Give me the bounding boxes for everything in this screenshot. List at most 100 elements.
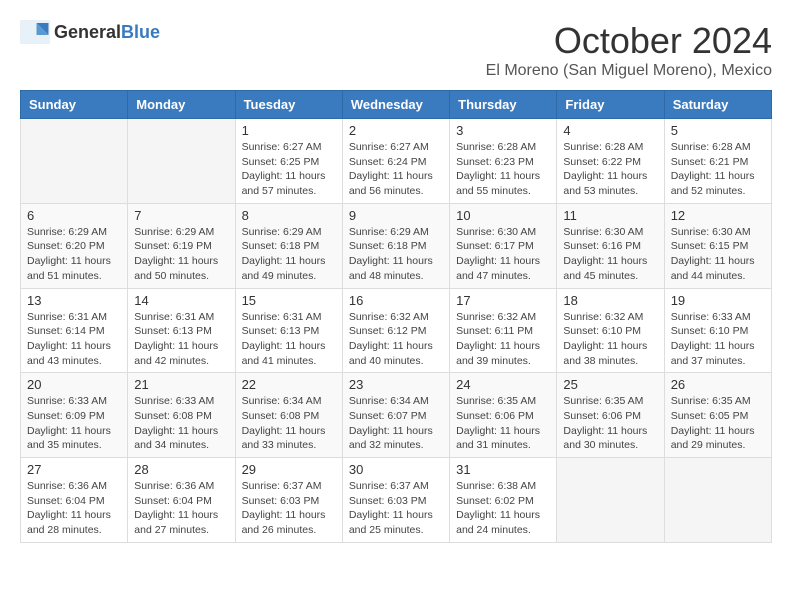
location-title: El Moreno (San Miguel Moreno), Mexico — [486, 62, 772, 80]
calendar-day-cell: 29 Sunrise: 6:37 AM Sunset: 6:03 PM Dayli… — [235, 458, 342, 543]
day-info: Sunrise: 6:30 AM Sunset: 6:17 PM Dayligh… — [456, 225, 550, 284]
day-of-week-header: Monday — [128, 91, 235, 119]
calendar-day-cell: 15Sunrise: 6:31 AM Sunset: 6:13 PM Dayli… — [235, 288, 342, 373]
calendar-day-cell: 14Sunrise: 6:31 AM Sunset: 6:13 PM Dayli… — [128, 288, 235, 373]
day-info: Sunrise: 6:36 AM Sunset: 6:04 PM Dayligh… — [27, 479, 121, 538]
day-number: 12 — [671, 208, 765, 223]
day-info: Sunrise: 6:37 AM Sunset: 6:03 PM Dayligh… — [242, 479, 336, 538]
day-number: 30 — [349, 462, 443, 477]
calendar-day-cell: 5 Sunrise: 6:28 AM Sunset: 6:21 PM Daylig… — [664, 119, 771, 204]
calendar-day-cell: 4 Sunrise: 6:28 AM Sunset: 6:22 PM Daylig… — [557, 119, 664, 204]
day-number: 29 — [242, 462, 336, 477]
day-number: 13 — [27, 293, 121, 308]
day-number: 9 — [349, 208, 443, 223]
day-number: 1 — [242, 123, 336, 138]
day-number: 3 — [456, 123, 550, 138]
day-number: 23 — [349, 377, 443, 392]
calendar-day-cell: 10 Sunrise: 6:30 AM Sunset: 6:17 PM Dayli… — [450, 203, 557, 288]
day-number: 25 — [563, 377, 657, 392]
title-block: October 2024 El Moreno (San Miguel Moren… — [486, 20, 772, 80]
calendar-day-cell: 27Sunrise: 6:36 AM Sunset: 6:04 PM Dayli… — [21, 458, 128, 543]
page-header: GeneralBlue October 2024 El Moreno (San … — [20, 20, 772, 80]
calendar-day-cell: 22 Sunrise: 6:34 AM Sunset: 6:08 PM Dayli… — [235, 373, 342, 458]
calendar-day-cell: 31Sunrise: 6:38 AM Sunset: 6:02 PM Dayli… — [450, 458, 557, 543]
calendar-week-row: 13Sunrise: 6:31 AM Sunset: 6:14 PM Dayli… — [21, 288, 772, 373]
day-number: 31 — [456, 462, 550, 477]
day-info: Sunrise: 6:28 AM Sunset: 6:23 PM Dayligh… — [456, 140, 550, 199]
day-number: 11 — [563, 208, 657, 223]
calendar-day-cell: 3 Sunrise: 6:28 AM Sunset: 6:23 PM Daylig… — [450, 119, 557, 204]
day-number: 5 — [671, 123, 765, 138]
calendar-day-cell: 9 Sunrise: 6:29 AM Sunset: 6:18 PM Daylig… — [342, 203, 449, 288]
day-info: Sunrise: 6:29 AM Sunset: 6:18 PM Dayligh… — [349, 225, 443, 284]
calendar-day-cell — [128, 119, 235, 204]
day-number: 21 — [134, 377, 228, 392]
calendar-day-cell: 25 Sunrise: 6:35 AM Sunset: 6:06 PM Dayli… — [557, 373, 664, 458]
day-number: 28 — [134, 462, 228, 477]
day-of-week-header: Sunday — [21, 91, 128, 119]
day-info: Sunrise: 6:36 AM Sunset: 6:04 PM Dayligh… — [134, 479, 228, 538]
day-info: Sunrise: 6:33 AM Sunset: 6:10 PM Dayligh… — [671, 310, 765, 369]
calendar-day-cell: 12Sunrise: 6:30 AM Sunset: 6:15 PM Dayli… — [664, 203, 771, 288]
day-number: 20 — [27, 377, 121, 392]
day-info: Sunrise: 6:29 AM Sunset: 6:18 PM Dayligh… — [242, 225, 336, 284]
calendar-header-row: SundayMondayTuesdayWednesdayThursdayFrid… — [21, 91, 772, 119]
day-info: Sunrise: 6:32 AM Sunset: 6:12 PM Dayligh… — [349, 310, 443, 369]
calendar-day-cell: 1 Sunrise: 6:27 AM Sunset: 6:25 PM Daylig… — [235, 119, 342, 204]
day-info: Sunrise: 6:35 AM Sunset: 6:06 PM Dayligh… — [563, 394, 657, 453]
calendar-day-cell: 7 Sunrise: 6:29 AM Sunset: 6:19 PM Daylig… — [128, 203, 235, 288]
logo: GeneralBlue — [20, 20, 160, 44]
logo-text: GeneralBlue — [54, 22, 160, 43]
calendar-day-cell: 26 Sunrise: 6:35 AM Sunset: 6:05 PM Dayli… — [664, 373, 771, 458]
day-info: Sunrise: 6:37 AM Sunset: 6:03 PM Dayligh… — [349, 479, 443, 538]
calendar-week-row: 1 Sunrise: 6:27 AM Sunset: 6:25 PM Daylig… — [21, 119, 772, 204]
day-number: 4 — [563, 123, 657, 138]
day-number: 19 — [671, 293, 765, 308]
logo-icon — [20, 20, 50, 44]
day-info: Sunrise: 6:29 AM Sunset: 6:19 PM Dayligh… — [134, 225, 228, 284]
calendar-day-cell — [21, 119, 128, 204]
logo-blue: Blue — [121, 22, 160, 42]
day-number: 17 — [456, 293, 550, 308]
calendar-week-row: 20Sunrise: 6:33 AM Sunset: 6:09 PM Dayli… — [21, 373, 772, 458]
calendar-week-row: 6 Sunrise: 6:29 AM Sunset: 6:20 PM Daylig… — [21, 203, 772, 288]
calendar-day-cell: 13Sunrise: 6:31 AM Sunset: 6:14 PM Dayli… — [21, 288, 128, 373]
day-number: 2 — [349, 123, 443, 138]
calendar-day-cell: 17Sunrise: 6:32 AM Sunset: 6:11 PM Dayli… — [450, 288, 557, 373]
day-info: Sunrise: 6:33 AM Sunset: 6:08 PM Dayligh… — [134, 394, 228, 453]
calendar-day-cell: 2 Sunrise: 6:27 AM Sunset: 6:24 PM Daylig… — [342, 119, 449, 204]
day-number: 18 — [563, 293, 657, 308]
calendar-day-cell: 28 Sunrise: 6:36 AM Sunset: 6:04 PM Dayli… — [128, 458, 235, 543]
calendar-day-cell: 24 Sunrise: 6:35 AM Sunset: 6:06 PM Dayli… — [450, 373, 557, 458]
calendar-day-cell — [664, 458, 771, 543]
day-info: Sunrise: 6:35 AM Sunset: 6:05 PM Dayligh… — [671, 394, 765, 453]
day-number: 7 — [134, 208, 228, 223]
calendar-day-cell: 8Sunrise: 6:29 AM Sunset: 6:18 PM Daylig… — [235, 203, 342, 288]
calendar-day-cell — [557, 458, 664, 543]
day-number: 6 — [27, 208, 121, 223]
calendar-day-cell: 20Sunrise: 6:33 AM Sunset: 6:09 PM Dayli… — [21, 373, 128, 458]
day-info: Sunrise: 6:27 AM Sunset: 6:25 PM Dayligh… — [242, 140, 336, 199]
calendar-day-cell: 30 Sunrise: 6:37 AM Sunset: 6:03 PM Dayli… — [342, 458, 449, 543]
day-info: Sunrise: 6:28 AM Sunset: 6:22 PM Dayligh… — [563, 140, 657, 199]
day-info: Sunrise: 6:28 AM Sunset: 6:21 PM Dayligh… — [671, 140, 765, 199]
calendar-day-cell: 23Sunrise: 6:34 AM Sunset: 6:07 PM Dayli… — [342, 373, 449, 458]
calendar-day-cell: 11Sunrise: 6:30 AM Sunset: 6:16 PM Dayli… — [557, 203, 664, 288]
day-number: 16 — [349, 293, 443, 308]
day-number: 14 — [134, 293, 228, 308]
day-info: Sunrise: 6:29 AM Sunset: 6:20 PM Dayligh… — [27, 225, 121, 284]
day-number: 24 — [456, 377, 550, 392]
day-info: Sunrise: 6:35 AM Sunset: 6:06 PM Dayligh… — [456, 394, 550, 453]
day-number: 22 — [242, 377, 336, 392]
day-info: Sunrise: 6:27 AM Sunset: 6:24 PM Dayligh… — [349, 140, 443, 199]
day-of-week-header: Wednesday — [342, 91, 449, 119]
day-number: 10 — [456, 208, 550, 223]
day-of-week-header: Saturday — [664, 91, 771, 119]
calendar-day-cell: 18Sunrise: 6:32 AM Sunset: 6:10 PM Dayli… — [557, 288, 664, 373]
calendar-day-cell: 16 Sunrise: 6:32 AM Sunset: 6:12 PM Dayli… — [342, 288, 449, 373]
day-info: Sunrise: 6:31 AM Sunset: 6:13 PM Dayligh… — [242, 310, 336, 369]
day-of-week-header: Thursday — [450, 91, 557, 119]
day-number: 26 — [671, 377, 765, 392]
calendar-week-row: 27Sunrise: 6:36 AM Sunset: 6:04 PM Dayli… — [21, 458, 772, 543]
day-info: Sunrise: 6:34 AM Sunset: 6:08 PM Dayligh… — [242, 394, 336, 453]
